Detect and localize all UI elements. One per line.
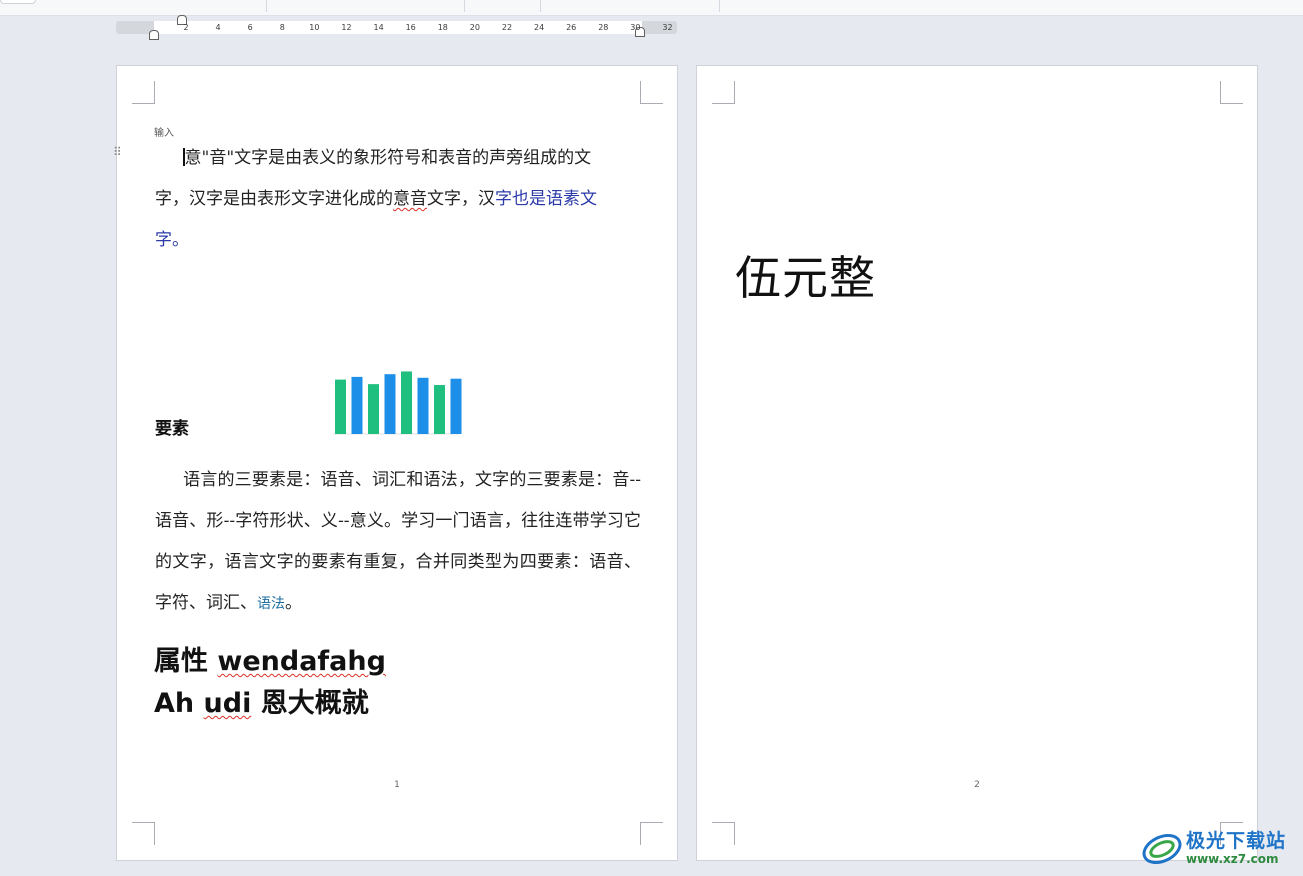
- watermark-logo-icon: [1142, 833, 1182, 865]
- ruler-tick-label: 24: [534, 23, 545, 32]
- crop-mark-top-left: [132, 81, 155, 104]
- spelling-error[interactable]: udi: [204, 688, 252, 719]
- watermark-title: 极光下载站: [1186, 830, 1287, 852]
- para2-teal: 语法: [257, 596, 285, 612]
- big-line2-pre: Ah: [154, 688, 204, 719]
- big-line1-cn: 属性: [154, 646, 218, 677]
- crop-mark-bottom-left: [712, 822, 735, 845]
- para1-line1: 意"音"文字是由表义的象形符号和表音的声旁组成的文: [184, 148, 592, 168]
- chart-bar: [434, 385, 445, 434]
- ruler-tick-label: 16: [405, 23, 416, 32]
- ruler-tick-label: 18: [437, 23, 448, 32]
- ruler-tick-label: 30: [630, 23, 641, 32]
- chart-bar: [351, 376, 363, 434]
- spelling-error[interactable]: wendafahg: [217, 646, 386, 677]
- ruler-tick-label: 14: [373, 23, 384, 32]
- chart-bar: [335, 379, 346, 434]
- toolbar-separator: [719, 0, 720, 12]
- document-page-1[interactable]: 输入 ⠿ 意"音"文字是由表义的象形符号和表音的声旁组成的文 字，汉字是由表形文…: [113, 65, 678, 861]
- chart-svg: [333, 371, 462, 435]
- horizontal-ruler[interactable]: 2 4 6 8 10 12 14 16 18 20 22 24 26 28 30 32: [116, 15, 677, 40]
- page-number: 2: [974, 780, 980, 790]
- ruler-tick-label: 28: [598, 23, 609, 32]
- big-line2-cn: 恩大概就: [251, 688, 369, 719]
- ruler-tick-label: 2: [183, 23, 189, 32]
- document-page-2[interactable]: 伍元整 2: [696, 65, 1258, 861]
- toolbar-separator: [540, 0, 541, 12]
- watermark-url: www.xz7.com: [1186, 852, 1279, 866]
- ruler-tick-label: 4: [215, 23, 221, 32]
- chart-bar: [401, 371, 412, 434]
- big-heading-line-2[interactable]: Ah udi 恩大概就: [154, 683, 369, 725]
- chart-bar: [368, 384, 379, 434]
- big-heading-line-1[interactable]: 属性 wendafahg: [154, 641, 386, 683]
- crop-mark-top-right: [640, 81, 663, 104]
- para1-line2-mid: 文字，汉: [427, 189, 495, 209]
- paragraph-2[interactable]: 语言的三要素是：语音、词汇和语法，文字的三要素是：音--语音、形--字符形状、义…: [155, 460, 641, 625]
- heading-yaosu: 要素: [155, 419, 189, 439]
- para2-text: 语言的三要素是：语音、词汇和语法，文字的三要素是：音--语音、形--字符形状、义…: [155, 470, 641, 613]
- para2-end: 。: [285, 593, 302, 613]
- ruler-tick-label: 12: [341, 23, 352, 32]
- ruler-tick-label: 26: [566, 23, 577, 32]
- input-label: 输入: [154, 128, 174, 139]
- ruler-tick-label: 22: [501, 23, 513, 32]
- drag-handle-icon[interactable]: ⠿: [113, 146, 123, 158]
- site-watermark: 极光下载站 www.xz7.com: [1140, 825, 1303, 871]
- ruler-tick-label: 6: [247, 23, 253, 32]
- embedded-bar-chart[interactable]: [331, 361, 463, 446]
- crop-mark-bottom-left: [132, 822, 155, 845]
- crop-mark-bottom-right: [640, 822, 663, 845]
- top-toolbar-strip: [0, 0, 1303, 16]
- ruler-tick-label: 20: [469, 23, 480, 32]
- spelling-error[interactable]: 意音: [393, 189, 427, 209]
- page2-text[interactable]: 伍元整: [735, 242, 876, 308]
- ruler-tick-label: 10: [309, 23, 320, 32]
- chart-bar: [384, 374, 396, 434]
- left-indent-marker[interactable]: [149, 30, 159, 40]
- para1-line2-blue: 字也是语素文: [495, 189, 597, 209]
- chart-bar: [450, 378, 462, 434]
- ruler-tick-label: 32: [662, 23, 673, 32]
- paragraph-1[interactable]: 意"音"文字是由表义的象形符号和表音的声旁组成的文 字，汉字是由表形文字进化成的…: [155, 138, 641, 261]
- toolbar-separator: [266, 0, 267, 12]
- tab-stub[interactable]: [0, 0, 36, 4]
- page-number: 1: [394, 780, 400, 790]
- crop-mark-top-right: [1220, 81, 1243, 104]
- ruler-tick-label: 8: [279, 23, 285, 32]
- toolbar-separator: [464, 0, 465, 12]
- para1-line3-blue: 字。: [155, 230, 189, 250]
- chart-bar: [417, 377, 429, 434]
- para1-line2-pre: 字，汉字是由表形文字进化成的: [155, 189, 393, 209]
- crop-mark-top-left: [712, 81, 735, 104]
